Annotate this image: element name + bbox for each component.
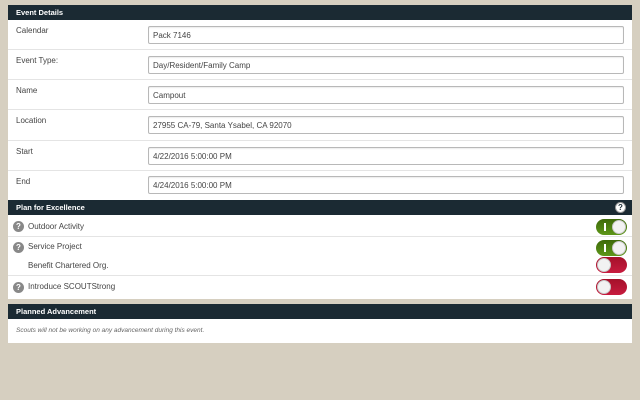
end-field[interactable] bbox=[148, 176, 624, 194]
name-field[interactable] bbox=[148, 86, 624, 104]
event-type-field[interactable] bbox=[148, 56, 624, 74]
toggle-on-mark bbox=[604, 223, 606, 231]
toggle-knob bbox=[612, 241, 626, 255]
toggle-knob bbox=[597, 280, 611, 294]
event-details-panel: Event Details Calendar Event Type: Name … bbox=[8, 5, 632, 200]
introduce-scoutstrong-toggle[interactable] bbox=[596, 279, 627, 295]
end-label: End bbox=[16, 177, 31, 186]
outdoor-activity-row: ? Outdoor Activity bbox=[8, 215, 632, 237]
calendar-label: Calendar bbox=[16, 26, 49, 35]
benefit-chartered-org-toggle[interactable] bbox=[596, 257, 627, 273]
service-project-label: Service Project bbox=[28, 242, 82, 251]
start-row: Start bbox=[8, 141, 632, 171]
event-type-label: Event Type: bbox=[16, 56, 59, 65]
question-circle-icon[interactable]: ? bbox=[13, 221, 24, 232]
benefit-chartered-org-row: Benefit Chartered Org. bbox=[8, 256, 632, 276]
name-row: Name bbox=[8, 80, 632, 110]
name-label: Name bbox=[16, 86, 38, 95]
event-type-row: Event Type: bbox=[8, 50, 632, 80]
location-row: Location bbox=[8, 110, 632, 141]
start-field[interactable] bbox=[148, 147, 624, 165]
plan-for-excellence-panel: Plan for Excellence ? ? Outdoor Activity… bbox=[8, 200, 632, 299]
toggle-knob bbox=[597, 258, 611, 272]
question-circle-icon[interactable]: ? bbox=[13, 282, 24, 293]
toggle-on-mark bbox=[604, 244, 606, 252]
service-project-row: ? Service Project bbox=[8, 237, 632, 256]
outdoor-activity-label: Outdoor Activity bbox=[28, 222, 85, 231]
introduce-scoutstrong-label: Introduce SCOUTStrong bbox=[28, 282, 116, 291]
planned-advancement-note: Scouts will not be working on any advanc… bbox=[16, 327, 205, 334]
calendar-row: Calendar bbox=[8, 20, 632, 50]
event-details-header: Event Details bbox=[8, 5, 632, 20]
planned-advancement-header: Planned Advancement bbox=[8, 304, 632, 319]
end-row: End bbox=[8, 171, 632, 200]
service-project-toggle[interactable] bbox=[596, 240, 627, 256]
location-label: Location bbox=[16, 116, 47, 125]
plan-for-excellence-header: Plan for Excellence ? bbox=[8, 200, 632, 215]
question-circle-icon[interactable]: ? bbox=[13, 242, 24, 253]
calendar-field[interactable] bbox=[148, 26, 624, 44]
location-field[interactable] bbox=[148, 116, 624, 134]
benefit-chartered-org-label: Benefit Chartered Org. bbox=[28, 261, 109, 270]
outdoor-activity-toggle[interactable] bbox=[596, 219, 627, 235]
toggle-knob bbox=[612, 220, 626, 234]
introduce-scoutstrong-row: ? Introduce SCOUTStrong bbox=[8, 276, 632, 299]
plan-for-excellence-title: Plan for Excellence bbox=[16, 203, 85, 212]
question-circle-icon[interactable]: ? bbox=[615, 202, 626, 213]
start-label: Start bbox=[16, 147, 33, 156]
planned-advancement-panel: Planned Advancement Scouts will not be w… bbox=[8, 304, 632, 343]
